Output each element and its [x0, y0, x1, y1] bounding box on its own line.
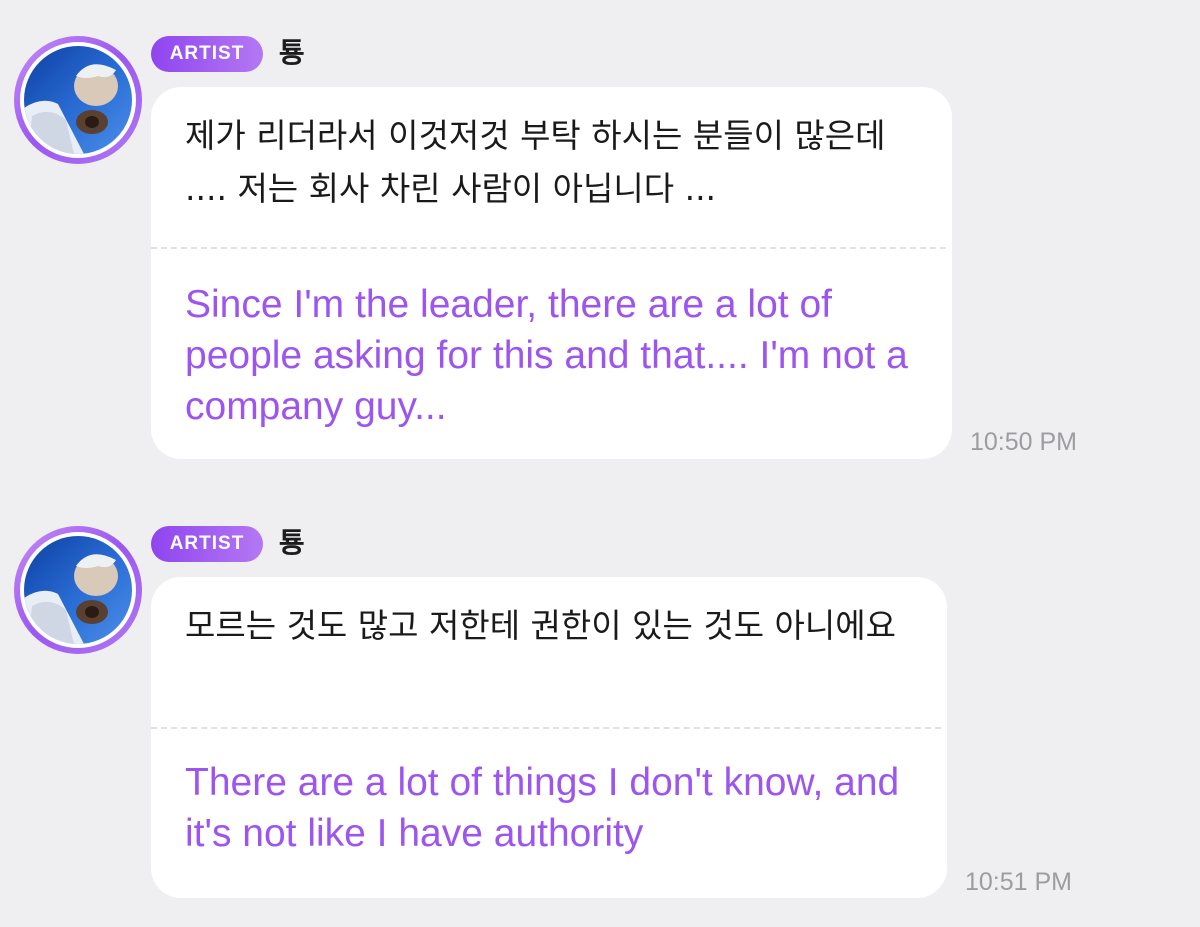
avatar[interactable]: [14, 36, 142, 164]
username[interactable]: 툥: [279, 33, 305, 73]
divider: [151, 727, 941, 729]
avatar-photo: [24, 536, 132, 644]
artist-badge: ARTIST: [151, 526, 263, 562]
translation-text: Since I'm the leader, there are a lot of…: [185, 283, 908, 428]
divider: [151, 247, 946, 249]
artist-badge: ARTIST: [151, 36, 263, 72]
avatar-photo: [24, 46, 132, 154]
timestamp: 10:50 PM: [970, 428, 1078, 456]
message-bubble[interactable]: 제가 리더라서 이것저것 부탁 하시는 분들이 많은데 .... 저는 회사 차…: [151, 87, 952, 459]
translation-text: There are a lot of things I don't know, …: [185, 761, 900, 855]
username[interactable]: 툥: [279, 523, 305, 563]
timestamp: 10:51 PM: [965, 868, 1073, 896]
message-bubble[interactable]: 모르는 것도 많고 저한테 권한이 있는 것도 아니에요 There are a…: [151, 577, 947, 898]
original-text: 제가 리더라서 이것저것 부탁 하시는 분들이 많은데 .... 저는 회사 차…: [185, 116, 886, 208]
avatar[interactable]: [14, 526, 142, 654]
original-text: 모르는 것도 많고 저한테 권한이 있는 것도 아니에요: [185, 606, 896, 645]
